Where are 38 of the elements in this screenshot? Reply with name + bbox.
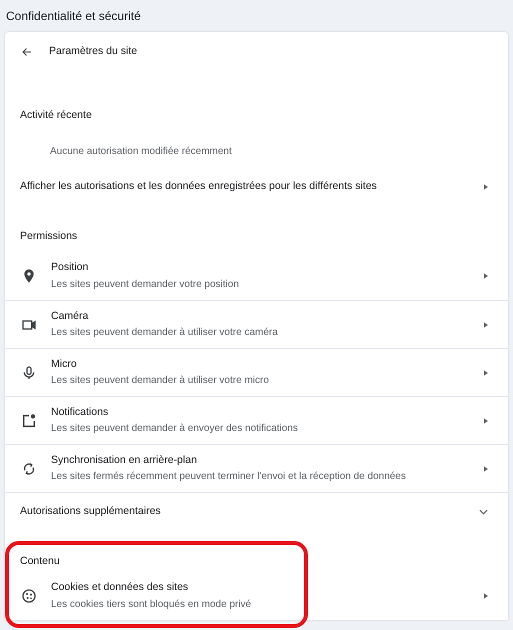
chevron-right-icon [484, 418, 488, 424]
row-description: Les cookies tiers sont bloqués en mode privé [51, 598, 252, 612]
section-heading: Contenu [19, 555, 61, 569]
sync-icon [21, 460, 37, 476]
row-description: Les sites peuvent demander à utiliser votre micro [51, 374, 270, 388]
page-title: Confidentialité et sécurité [5, 8, 142, 25]
settings-row[interactable]: Notifications Les sites peuvent demander à envoyer des notifications [5, 396, 508, 444]
notification-icon [21, 412, 37, 428]
microphone-icon [21, 364, 37, 380]
page-subtitle: Paramètres du site [49, 44, 138, 60]
chevron-right-icon [484, 184, 488, 190]
row-title: Position [51, 260, 90, 276]
row-title: Caméra [51, 308, 90, 324]
empty-message: Aucune autorisation modifiée récemment [49, 144, 233, 158]
row-description: Les sites peuvent demander à utiliser votre caméra [51, 326, 279, 340]
row-title: Synchronisation en arrière-plan [51, 452, 198, 468]
row-description: Les sites fermés récemment peuvent terminer l'envoi et la réception de données [51, 470, 407, 484]
section-heading: Permissions [19, 230, 78, 244]
row-title: Micro [51, 356, 78, 372]
row-title: Cookies et données des sites [51, 580, 190, 596]
cookie-icon [21, 588, 37, 604]
row-description: Les sites peuvent demander votre position [51, 278, 240, 292]
section-heading: Activité récente [19, 109, 93, 123]
settings-row[interactable]: Position Les sites peuvent demander votre position [5, 252, 508, 300]
expand-row[interactable]: Autorisations supplémentaires [5, 492, 508, 531]
chevron-right-icon [484, 370, 488, 376]
chevron-right-icon [484, 593, 488, 599]
settings-row[interactable]: Cookies et données des sites Les cookies tiers sont bloqués en mode privé [5, 572, 508, 620]
chevron-right-icon [484, 322, 488, 328]
chevron-right-icon [484, 273, 488, 279]
back-arrow-icon[interactable] [21, 46, 33, 58]
settings-row[interactable]: Synchronisation en arrière-plan Les sites fermés récemment peuvent terminer l'envoi et la réception de données [5, 444, 508, 492]
settings-row[interactable]: Afficher les autorisations et les données enregistrées pour les différents sites [5, 166, 508, 208]
row-title: Notifications [51, 404, 110, 420]
settings-row[interactable]: Micro Les sites peuvent demander à utiliser votre micro [5, 348, 508, 396]
row-description: Les sites peuvent demander à envoyer des notifications [51, 422, 299, 436]
settings-row[interactable]: Caméra Les sites peuvent demander à utiliser votre caméra [5, 300, 508, 348]
chevron-right-icon [484, 466, 488, 472]
